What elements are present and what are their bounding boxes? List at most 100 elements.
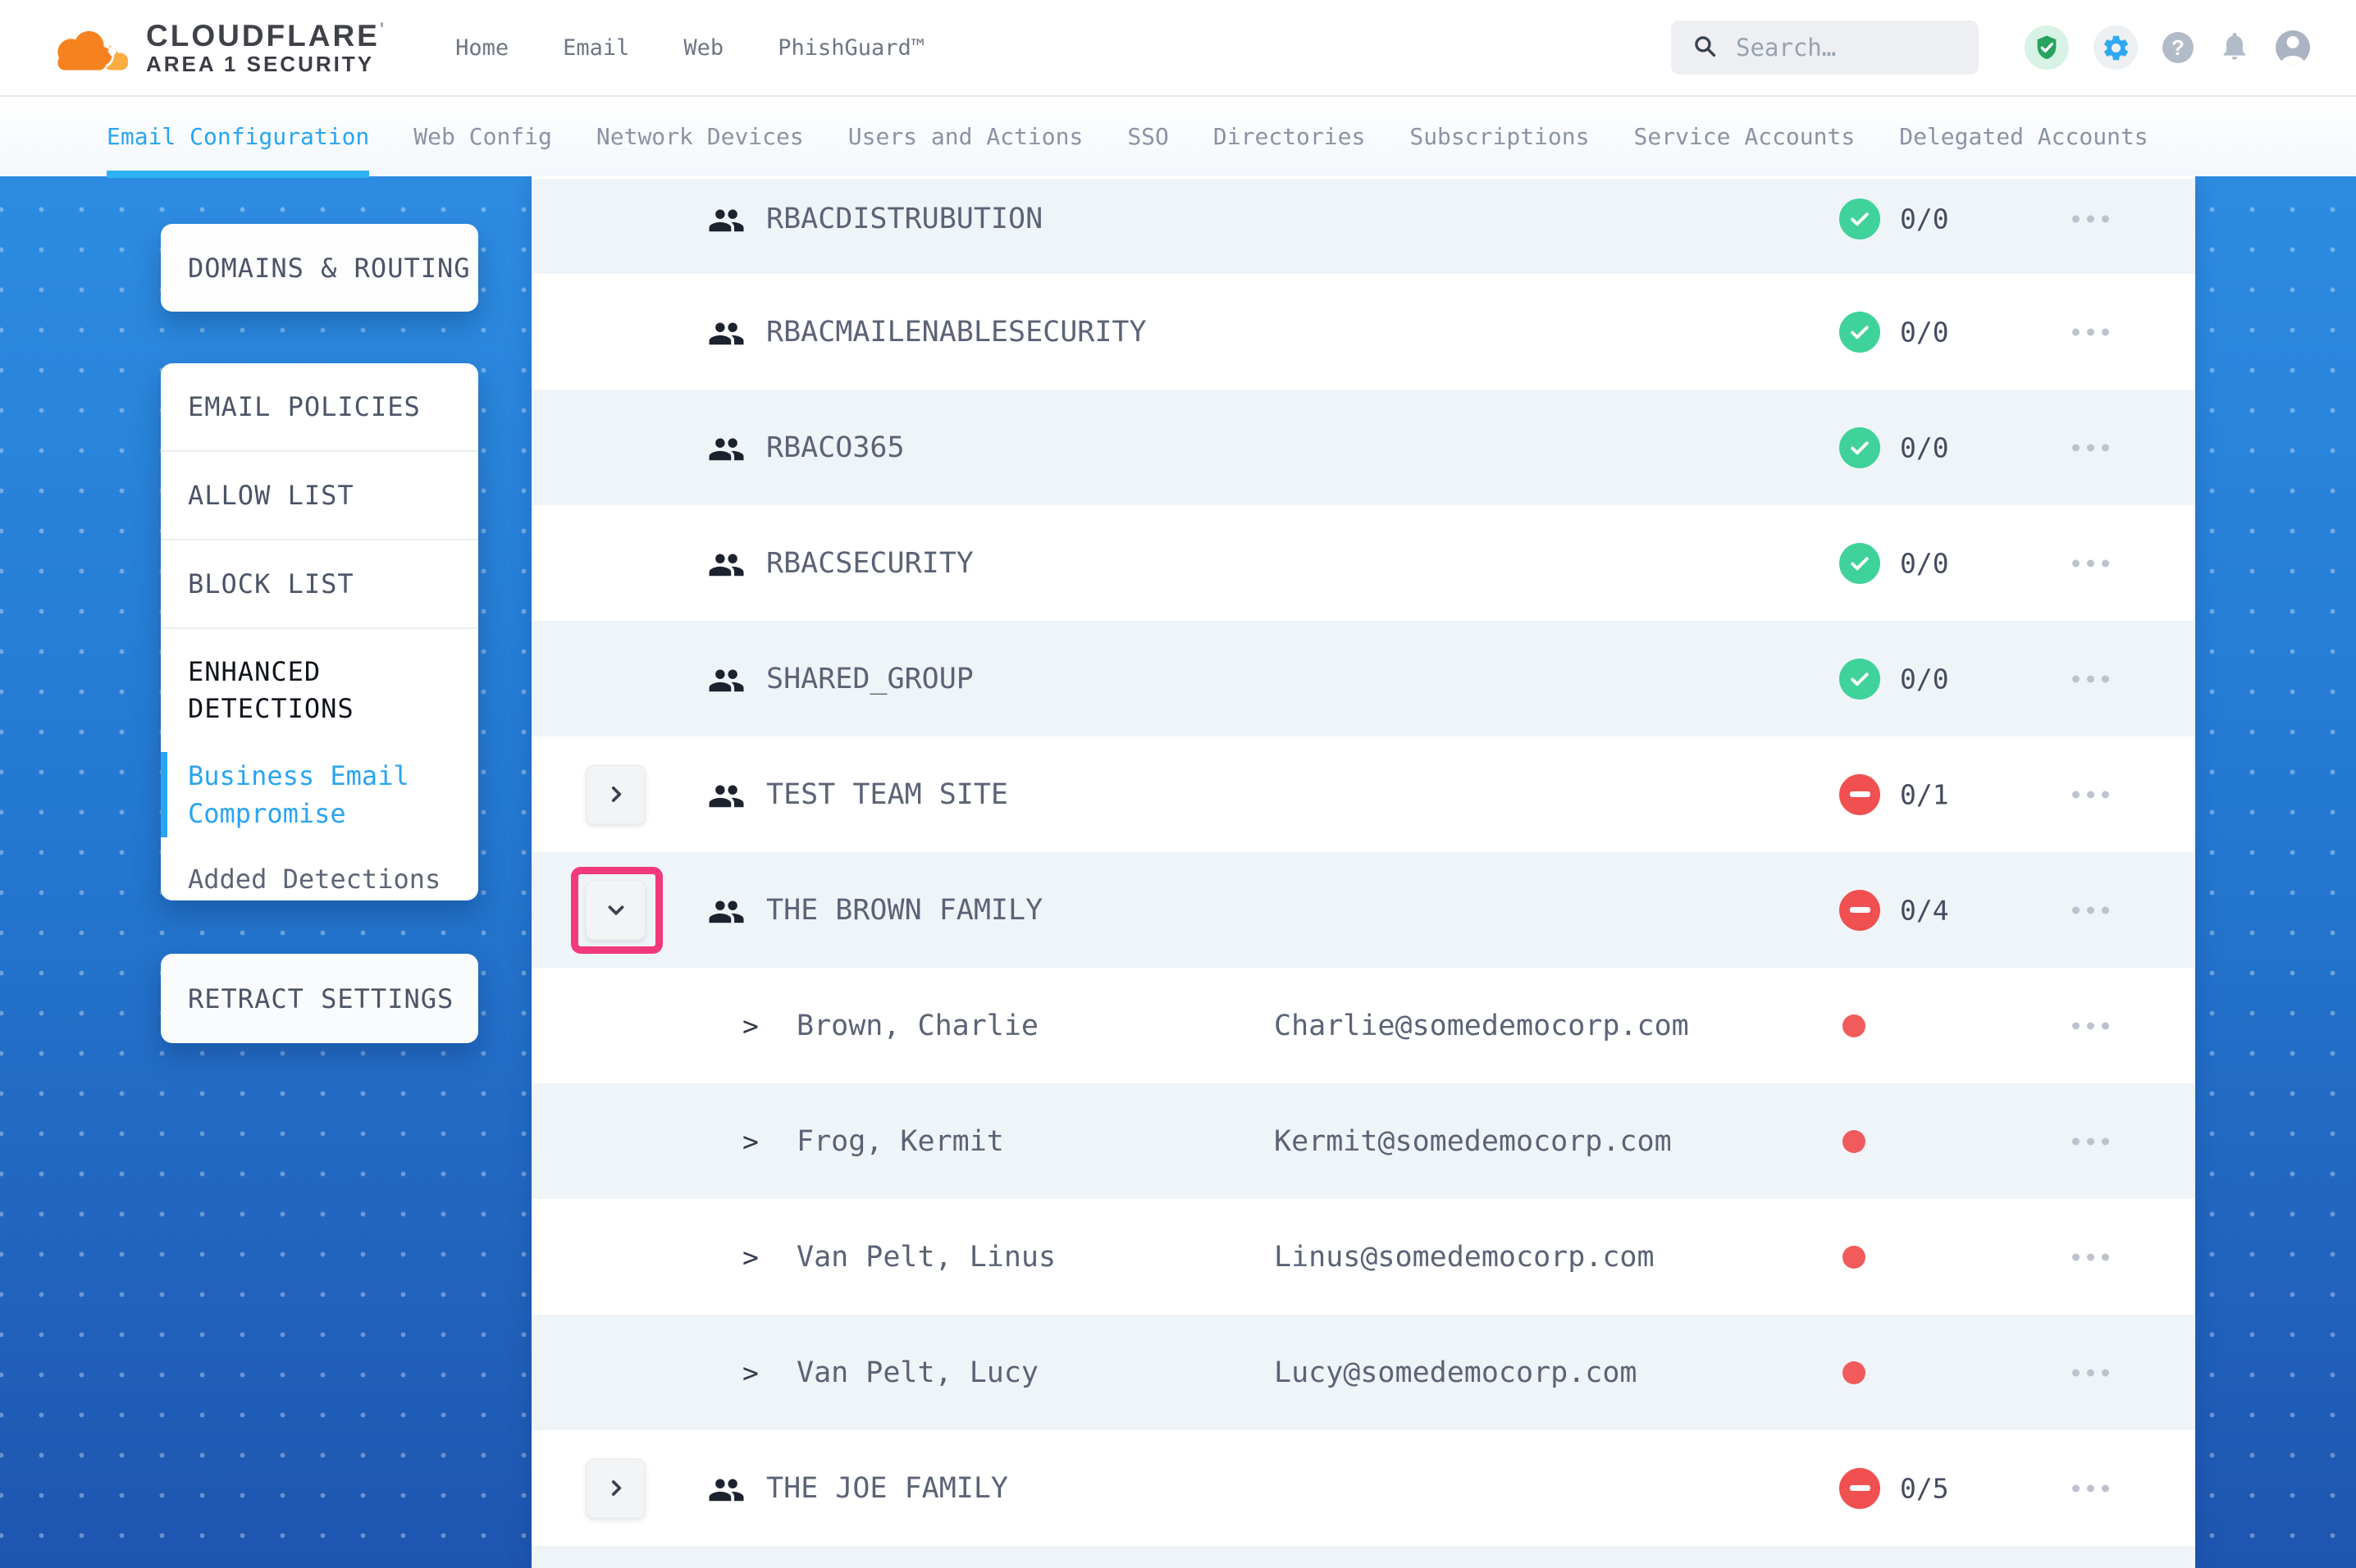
search-box[interactable] [1671, 21, 1979, 75]
chevron-right-icon [605, 784, 627, 805]
menu-dot-icon [2102, 1137, 2109, 1145]
member-name: Van Pelt, Linus [797, 1241, 1056, 1274]
sidebar-item-email-policies[interactable]: EMAIL POLICIES [161, 363, 478, 452]
group-row: THE BROWN FAMILY0/4 [532, 852, 2195, 968]
user-avatar-icon[interactable] [2276, 30, 2310, 65]
group-name: THE JOE FAMILY [766, 1472, 1008, 1505]
tab-subscriptions[interactable]: Subscriptions [1409, 123, 1589, 151]
member-chevron-right-icon[interactable]: > [742, 1125, 759, 1157]
menu-dot-icon [2102, 906, 2109, 914]
menu-dot-icon [2072, 791, 2080, 798]
people-icon [707, 201, 746, 237]
sidebar-item-allow-list[interactable]: ALLOW LIST [161, 452, 478, 540]
row-menu-button[interactable] [2067, 1248, 2114, 1265]
status-dot [1842, 1014, 1865, 1037]
shield-check-icon[interactable] [2025, 25, 2069, 70]
people-icon [707, 661, 746, 697]
row-menu-button[interactable] [2067, 210, 2114, 227]
menu-dot-icon [2102, 675, 2109, 682]
menu-dot-icon [2102, 1253, 2109, 1260]
member-name: Frog, Kermit [797, 1125, 1004, 1158]
menu-dot-icon [2072, 1369, 2080, 1376]
member-email: Charlie@somedemocorp.com [1274, 1010, 1689, 1042]
status-dot [1842, 1246, 1865, 1269]
tab-delegated-accounts[interactable]: Delegated Accounts [1899, 123, 2148, 151]
member-chevron-right-icon[interactable]: > [742, 1356, 759, 1388]
status-pass-badge [1839, 427, 1880, 468]
group-row: RBACO3650/0 [532, 390, 2195, 505]
topbar-icon-cluster: ? [2025, 25, 2310, 70]
topnav-item-web[interactable]: Web [683, 35, 724, 61]
member-count: 0/0 [1900, 547, 1949, 579]
tab-users-and-actions[interactable]: Users and Actions [848, 123, 1084, 151]
member-row: >Brown, CharlieCharlie@somedemocorp.com [532, 968, 2195, 1083]
sidebar-item-added-detections[interactable]: Added Detections [188, 864, 454, 895]
menu-dot-icon [2087, 791, 2094, 798]
tab-web-config[interactable]: Web Config [413, 123, 552, 151]
status-pass-badge [1839, 198, 1880, 239]
sidebar-item-enhanced-detections[interactable]: ENHANCED DETECTIONS [188, 654, 454, 727]
menu-dot-icon [2072, 675, 2080, 682]
tab-email-configuration[interactable]: Email Configuration [107, 123, 369, 151]
page-body: RBACDISTRUBUTION0/0RBACMAILENABLESECURIT… [0, 176, 2356, 1568]
row-menu-button[interactable] [2067, 670, 2114, 687]
brand-subname: AREA 1 SECURITY [146, 52, 386, 75]
cloudflare-brand[interactable]: CLOUDFLARE' AREA 1 SECURITY [0, 19, 386, 76]
menu-dot-icon [2102, 328, 2109, 335]
row-menu-button[interactable] [2067, 439, 2114, 456]
people-icon [707, 314, 746, 350]
menu-dot-icon [2102, 1484, 2109, 1492]
table-rows: RBACDISTRUBUTION0/0RBACMAILENABLESECURIT… [532, 176, 2195, 1568]
member-chevron-right-icon[interactable]: > [742, 1010, 759, 1042]
row-menu-button[interactable] [2067, 1017, 2114, 1034]
group-name: SHARED_GROUP [766, 663, 974, 695]
row-menu-button[interactable] [2067, 1479, 2114, 1497]
top-bar: CLOUDFLARE' AREA 1 SECURITY Home Email Web… [0, 0, 2356, 97]
search-icon [1692, 34, 1718, 62]
status-fail-badge [1839, 1468, 1880, 1509]
topnav-item-home[interactable]: Home [455, 35, 509, 61]
tab-directories[interactable]: Directories [1213, 123, 1365, 151]
sidebar-item-business-email-compromise[interactable]: Business Email Compromise [188, 757, 454, 832]
member-email: Kermit@somedemocorp.com [1274, 1125, 1672, 1158]
sidebar-item-retract-settings[interactable]: RETRACT SETTINGS [161, 954, 478, 1043]
member-count: 0/0 [1900, 203, 1949, 235]
sidebar-item-domains-routing[interactable]: DOMAINS & ROUTING [161, 224, 478, 312]
app-window: CLOUDFLARE' AREA 1 SECURITY Home Email Web… [0, 0, 2356, 1568]
row-menu-button[interactable] [2067, 786, 2114, 803]
settings-gear-icon[interactable] [2093, 25, 2138, 70]
row-menu-button[interactable] [2067, 901, 2114, 918]
tab-service-accounts[interactable]: Service Accounts [1634, 123, 1856, 151]
menu-dot-icon [2072, 1253, 2080, 1260]
group-row: SHARED_GROUP 0/0 [532, 621, 2195, 736]
tab-sso[interactable]: SSO [1127, 123, 1169, 151]
search-input[interactable] [1734, 33, 1957, 62]
notifications-bell-icon[interactable] [2218, 30, 2251, 66]
sidebar-item-block-list[interactable]: BLOCK LIST [161, 540, 478, 629]
row-menu-button[interactable] [2067, 554, 2114, 572]
expand-button[interactable] [586, 1458, 646, 1518]
status-pass-badge [1839, 659, 1880, 700]
row-menu-button[interactable] [2067, 1364, 2114, 1381]
status-pass-badge [1839, 543, 1880, 584]
group-row: RBACSECURITY0/0 [532, 505, 2195, 621]
brand-name: CLOUDFLARE [146, 19, 380, 52]
sidebar-enhanced-detections-section: ENHANCED DETECTIONS Business Email Compr… [161, 629, 478, 895]
expand-button[interactable] [586, 764, 646, 824]
row-menu-button[interactable] [2067, 323, 2114, 340]
group-row: TEST TEAM SITE0/1 [532, 736, 2195, 852]
minus-icon [1850, 791, 1870, 797]
menu-dot-icon [2087, 215, 2094, 222]
member-count: 0/0 [1900, 663, 1949, 695]
menu-dot-icon [2102, 1369, 2109, 1376]
menu-dot-icon [2087, 906, 2094, 914]
topnav-item-phishguard[interactable]: PhishGuard™ [778, 35, 925, 61]
member-name: Van Pelt, Lucy [797, 1356, 1039, 1389]
tab-network-devices[interactable]: Network Devices [596, 123, 804, 151]
row-menu-button[interactable] [2067, 1133, 2114, 1150]
top-nav: Home Email Web PhishGuard™ [455, 35, 925, 61]
member-chevron-right-icon[interactable]: > [742, 1241, 759, 1273]
topnav-item-email[interactable]: Email [563, 35, 629, 61]
help-icon[interactable]: ? [2162, 32, 2194, 63]
group-name: RBACDISTRUBUTION [766, 203, 1043, 235]
